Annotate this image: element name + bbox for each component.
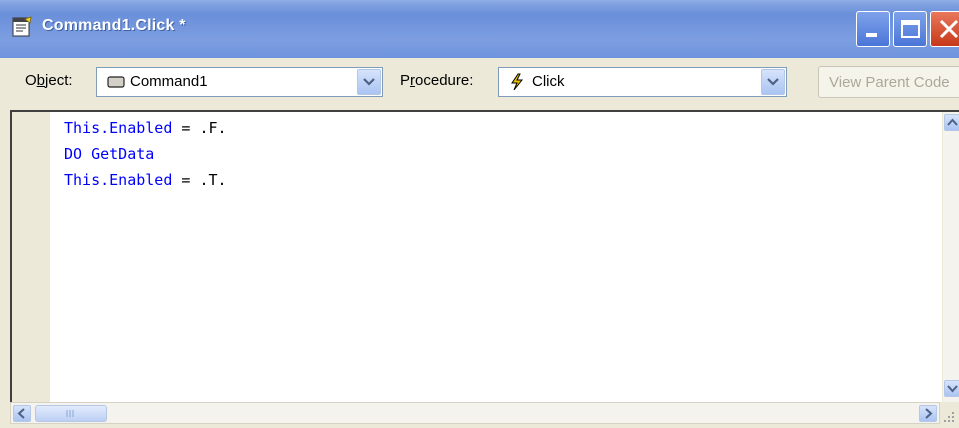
code-line: This.Enabled = .T. [64,171,227,189]
close-button[interactable] [930,11,959,47]
chevron-right-icon [925,408,933,419]
scroll-down-button[interactable] [944,380,959,397]
minimize-icon [866,33,877,37]
horizontal-scroll-thumb[interactable] [35,405,107,422]
maximize-icon [901,20,920,38]
procedure-dropdown-button[interactable] [761,69,785,95]
resize-grip-icon[interactable] [942,410,956,428]
maximize-button[interactable] [893,11,927,47]
code-line: This.Enabled = .F. [64,119,227,137]
view-parent-code-button[interactable]: View Parent Code [818,66,959,98]
minimize-button[interactable] [856,11,890,47]
chevron-left-icon [17,408,25,419]
object-label: Object: [25,72,73,89]
code-toolbar: Object: Command1 Procedure: Click View P… [0,58,959,106]
command-button-icon [107,75,125,94]
chevron-down-icon [363,78,375,86]
window-title: Command1.Click * [42,17,186,34]
chevron-up-icon [947,118,958,126]
code-area[interactable]: This.Enabled = .F. DO GetData This.Enabl… [64,115,227,193]
scroll-up-button[interactable] [944,114,959,131]
title-bar[interactable]: Command1.Click * [0,0,959,59]
editor-gutter [12,112,50,402]
scroll-left-button[interactable] [13,405,31,422]
chevron-down-icon [767,78,779,86]
procedure-value: Click [532,73,565,90]
object-value: Command1 [130,73,208,90]
code-line: DO GetData [64,145,155,163]
code-window-icon [11,16,33,38]
procedure-combo[interactable]: Click [498,67,787,97]
close-icon [939,19,959,39]
horizontal-scroll-row [0,402,959,428]
horizontal-scrollbar[interactable] [10,402,940,424]
view-parent-code-label: View Parent Code [829,74,950,91]
code-window: Command1.Click * Object: Command1 Proced… [0,0,959,428]
lightning-event-icon [509,73,525,96]
vertical-scrollbar[interactable] [942,112,959,404]
grip-lines-icon [66,410,74,417]
scroll-right-button[interactable] [919,405,937,422]
object-combo[interactable]: Command1 [96,67,383,97]
chevron-down-icon [947,385,958,393]
procedure-label: Procedure: [400,72,474,89]
code-editor[interactable]: This.Enabled = .F. DO GetData This.Enabl… [10,110,959,404]
object-dropdown-button[interactable] [357,69,381,95]
